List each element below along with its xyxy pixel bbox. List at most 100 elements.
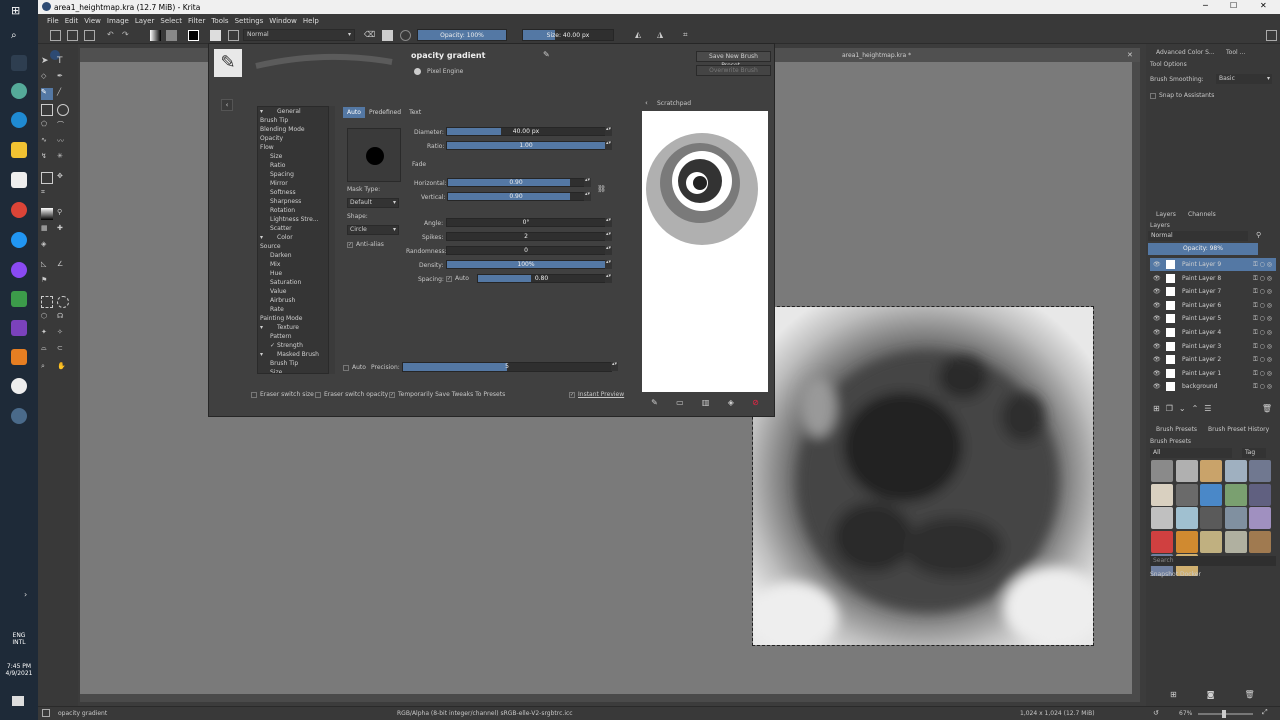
zoom-tool-icon[interactable]: ⌕: [41, 362, 53, 374]
layer-row[interactable]: 👁 Paint Layer 9 ⚿ ○ ◎: [1150, 258, 1276, 271]
precision-auto-checkbox[interactable]: Auto: [343, 364, 366, 371]
menu-help[interactable]: Help: [300, 17, 322, 25]
brush-option-item[interactable]: Softness: [258, 188, 328, 197]
reset-icon[interactable]: ⊘: [752, 398, 759, 407]
spin-arrows-icon[interactable]: ▴▾: [605, 274, 612, 283]
color-picker-icon[interactable]: ⚲: [57, 208, 69, 220]
angle-slider[interactable]: 0° ▴▾: [446, 218, 612, 227]
move-down-icon[interactable]: ⌄: [1179, 404, 1186, 416]
filter-icon[interactable]: ⚲: [1256, 231, 1261, 239]
paint-brush-icon[interactable]: ✎: [651, 398, 658, 407]
polygon-tool-icon[interactable]: ⬠: [41, 120, 53, 132]
brush-preset-icon[interactable]: [1249, 460, 1271, 482]
move-tool-icon[interactable]: ✥: [57, 172, 69, 184]
brush-option-item[interactable]: Lightness Stre...: [258, 215, 328, 224]
preset-filter-select[interactable]: All: [1150, 448, 1232, 458]
fill-layer-icon[interactable]: ▥: [702, 398, 710, 407]
camera-icon[interactable]: ◙: [1207, 690, 1215, 700]
brush-option-item[interactable]: Pattern: [258, 332, 328, 341]
edit-shapes-icon[interactable]: ◇: [41, 72, 53, 84]
polyline-tool-icon[interactable]: ⌒: [57, 120, 69, 132]
reference-tool-icon[interactable]: ⚑: [41, 276, 53, 288]
colorize-mask-icon[interactable]: ▦: [41, 224, 53, 236]
brush-preset-icon[interactable]: [1200, 507, 1222, 529]
zoom-handle[interactable]: [1222, 710, 1226, 718]
ratio-slider[interactable]: 1.00 ▴▾: [446, 141, 612, 150]
close-icon[interactable]: ✕: [1260, 1, 1267, 10]
bezier-select-icon[interactable]: ⌓: [41, 344, 53, 356]
brush-option-item[interactable]: Blending Mode: [258, 125, 328, 134]
eye-icon[interactable]: 👁: [1153, 272, 1161, 285]
color-swatch-icon[interactable]: [188, 30, 199, 41]
multibrush-icon[interactable]: ✳: [57, 152, 69, 164]
line-tool-icon[interactable]: ╱: [57, 88, 69, 100]
ellipse-select-icon[interactable]: [57, 296, 69, 308]
eraser-icon[interactable]: ⌫: [364, 30, 375, 41]
brush-preset-icon[interactable]: [1224, 530, 1247, 553]
maximize-icon[interactable]: ☐: [1230, 1, 1237, 10]
eye-icon[interactable]: 👁: [1153, 380, 1161, 393]
gradient-tool-icon[interactable]: [41, 208, 53, 220]
fill-tool-icon[interactable]: ◈: [41, 240, 53, 252]
brush-preset-icon[interactable]: [1249, 483, 1271, 506]
layer-blend-select[interactable]: Normal: [1148, 231, 1248, 241]
brush-option-item[interactable]: Brush Tip: [258, 116, 328, 125]
wrap-around-icon[interactable]: ⌗: [683, 30, 694, 41]
fill-bucket-icon[interactable]: ◈: [728, 398, 734, 407]
freehand-path-icon[interactable]: 〰: [57, 136, 69, 148]
add-snapshot-icon[interactable]: ⊞: [1170, 690, 1177, 700]
contiguous-select-icon[interactable]: ✦: [41, 328, 53, 340]
layer-lock-icon[interactable]: ⚿ ○ ◎: [1253, 285, 1272, 298]
spacing-auto-checkbox[interactable]: ✓ Auto: [446, 275, 469, 282]
magnetic-select-icon[interactable]: ⊂: [57, 344, 69, 356]
preset-chooser-icon[interactable]: [228, 30, 239, 41]
layer-row[interactable]: 👁 Paint Layer 4 ⚿ ○ ◎: [1150, 326, 1276, 339]
layer-lock-icon[interactable]: ⚿ ○ ◎: [1253, 312, 1272, 325]
ellipse-tool-icon[interactable]: [57, 104, 69, 116]
rotate-icon[interactable]: ↺: [1153, 709, 1159, 717]
layer-row[interactable]: 👁 Paint Layer 5 ⚿ ○ ◎: [1150, 312, 1276, 325]
brush-preset-icon[interactable]: [210, 30, 221, 41]
language-indicator[interactable]: ENG INTL: [10, 632, 28, 646]
menu-edit[interactable]: Edit: [62, 17, 82, 25]
brush-option-item[interactable]: Size: [258, 152, 328, 161]
brush-preset-icon[interactable]: [1224, 483, 1247, 506]
tab-predefined[interactable]: Predefined: [365, 107, 405, 118]
brush-preset-icon[interactable]: [1151, 530, 1173, 553]
spin-arrows-icon[interactable]: ▴▾: [584, 178, 591, 187]
layer-opacity-slider[interactable]: Opacity: 98%: [1148, 243, 1258, 255]
mirror-vertical-icon[interactable]: ◮: [657, 30, 668, 41]
reload-preset-icon[interactable]: [400, 30, 411, 41]
tray-chevron-icon[interactable]: ›: [24, 590, 27, 599]
brush-smoothing-select[interactable]: Basic ▾: [1216, 74, 1272, 84]
edit-name-icon[interactable]: ✎: [543, 50, 550, 59]
brush-option-item[interactable]: Rate: [258, 305, 328, 314]
horizontal-fade-slider[interactable]: 0.90 ▴▾: [447, 178, 591, 187]
brush-option-item[interactable]: Spacing: [258, 170, 328, 179]
brush-option-item[interactable]: Value: [258, 287, 328, 296]
layer-row[interactable]: 👁 Paint Layer 2 ⚿ ○ ◎: [1150, 353, 1276, 366]
menu-filter[interactable]: Filter: [185, 17, 208, 25]
zoom-level[interactable]: 67%: [1179, 710, 1192, 717]
spin-arrows-icon[interactable]: ▴▾: [605, 260, 612, 269]
preset-name[interactable]: opacity gradient: [411, 51, 485, 60]
blend-mode-select[interactable]: Normal ▾: [243, 29, 355, 41]
save-icon[interactable]: [84, 30, 95, 41]
brush-option-item[interactable]: Flow: [258, 143, 328, 152]
duplicate-layer-icon[interactable]: ❐: [1166, 404, 1173, 416]
brush-preset-icon[interactable]: [1151, 507, 1173, 529]
freehand-brush-icon[interactable]: ✎: [41, 88, 53, 100]
file-explorer-icon[interactable]: [11, 142, 27, 158]
opacity-slider[interactable]: Opacity: 100%: [417, 29, 507, 41]
layer-lock-icon[interactable]: ⚿ ○ ◎: [1253, 326, 1272, 339]
select-shapes-icon[interactable]: ➤: [41, 56, 53, 68]
app-icon-3[interactable]: [11, 349, 27, 365]
measure-tool-icon[interactable]: ∠: [57, 260, 69, 272]
assistant-tool-icon[interactable]: ◺: [41, 260, 53, 272]
krita-icon[interactable]: [11, 408, 27, 424]
brush-option-item[interactable]: ▾ General: [258, 107, 328, 116]
layer-lock-icon[interactable]: ⚿ ○ ◎: [1253, 299, 1272, 312]
brush-preset-icon[interactable]: [1175, 460, 1198, 482]
brush-preset-icon[interactable]: [1151, 460, 1173, 482]
brush-preset-icon[interactable]: [1200, 530, 1222, 553]
